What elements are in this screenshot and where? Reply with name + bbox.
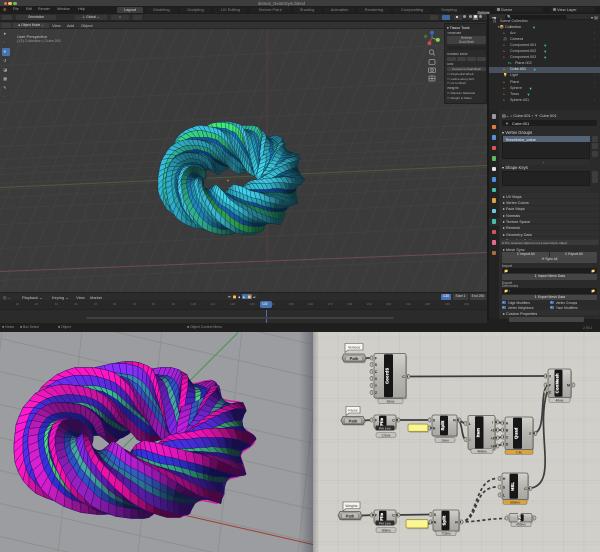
- svg-text:Item: Item: [475, 427, 480, 436]
- svg-text:Vertices: Vertices: [348, 345, 360, 349]
- svg-text:2.0ms: 2.0ms: [382, 433, 391, 437]
- svg-text:i: i: [470, 438, 471, 442]
- svg-text:55ms: 55ms: [387, 399, 395, 403]
- svg-text:Split: Split: [440, 420, 445, 430]
- svg-text:Path: Path: [350, 355, 359, 360]
- svg-text:ConMesh: ConMesh: [555, 372, 560, 392]
- svg-text:19ms: 19ms: [441, 438, 449, 442]
- svg-text:710ms: 710ms: [441, 531, 451, 535]
- svg-text:Faces: Faces: [348, 408, 358, 412]
- svg-text:650ms: 650ms: [510, 500, 520, 504]
- svg-text:C: C: [549, 390, 552, 394]
- svg-text:HSL: HSL: [510, 481, 515, 490]
- svg-text:B: B: [506, 428, 509, 432]
- svg-text:Split: Split: [442, 515, 447, 525]
- svg-text:Per Line: Per Line: [379, 521, 391, 525]
- svg-text:R: R: [455, 520, 458, 524]
- svg-text:i: i: [492, 420, 493, 424]
- svg-text:File: File: [379, 417, 384, 425]
- svg-text:CoordS: CoordS: [385, 367, 390, 383]
- svg-text:Num: Num: [517, 512, 522, 522]
- svg-text:Quad: Quad: [514, 427, 519, 439]
- svg-text:40ms: 40ms: [556, 398, 564, 402]
- svg-text:+3: +3: [490, 444, 494, 448]
- svg-text:460ms: 460ms: [477, 449, 487, 453]
- svg-text:C: C: [375, 370, 378, 374]
- svg-text:C: C: [402, 375, 405, 379]
- svg-text:C: C: [392, 513, 395, 517]
- svg-text:N: N: [434, 520, 437, 524]
- svg-text:183ms: 183ms: [381, 528, 391, 532]
- svg-text:C: C: [524, 487, 527, 491]
- svg-text:C: C: [392, 418, 395, 422]
- svg-text:M: M: [567, 383, 570, 387]
- svg-text:Per Line: Per Line: [379, 426, 391, 430]
- svg-text:+2: +2: [490, 436, 494, 440]
- svg-text:File: File: [379, 512, 384, 520]
- svg-text:R: R: [453, 418, 456, 422]
- svg-text:N: N: [433, 426, 436, 430]
- svg-text:D: D: [506, 442, 509, 446]
- svg-text:Path: Path: [346, 513, 355, 518]
- svg-text:1.8s: 1.8s: [516, 450, 522, 454]
- svg-text:C: C: [506, 435, 509, 439]
- svg-text:Path: Path: [349, 418, 358, 423]
- svg-text:+1: +1: [490, 428, 494, 432]
- svg-text:A: A: [506, 421, 509, 425]
- svg-text:Weights: Weights: [345, 504, 357, 508]
- svg-text:400ms: 400ms: [516, 522, 526, 526]
- svg-text:H: H: [503, 477, 506, 481]
